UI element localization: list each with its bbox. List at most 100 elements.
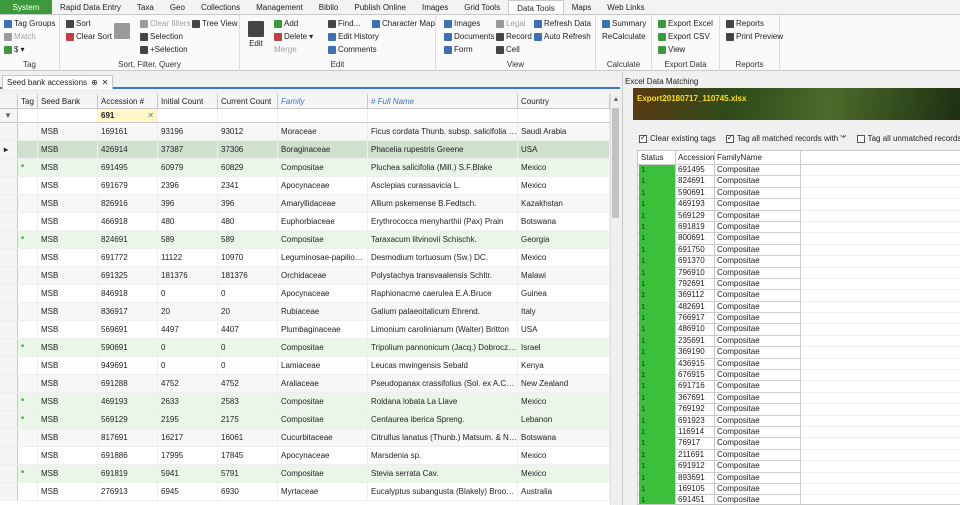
merge-button[interactable]: Merge — [274, 45, 297, 54]
cell-tag[interactable] — [18, 447, 38, 464]
cell-full-name[interactable]: Asclepias curassavicia L. — [368, 177, 518, 194]
table-row[interactable]: MSB 949691 0 0 Lamiaceae Leucas mwingensis Se… — [0, 357, 610, 375]
matching-row[interactable]: 1 Matched676915Compositae — [638, 370, 960, 391]
family-name-cell[interactable]: Compositae — [715, 370, 801, 382]
family-name-cell[interactable]: Compositae — [715, 347, 801, 359]
matching-row[interactable]: 1 Matched436915Compositae — [638, 358, 960, 379]
export-csv-button[interactable]: Export CSV — [658, 32, 710, 41]
cell-country[interactable]: Israel — [518, 339, 610, 356]
cell-country[interactable]: Kenya — [518, 357, 610, 374]
row-selector[interactable] — [0, 321, 18, 338]
family-name-cell[interactable]: Compositae — [715, 267, 801, 279]
clear-existing-tags-checkbox[interactable]: Clear existing tags — [639, 133, 716, 143]
cell-full-name[interactable]: Citrullus lanatus (Thunb.) Matsum. & Nak… — [368, 429, 518, 446]
cell-family[interactable]: Orchidaceae — [278, 267, 368, 284]
matching-row[interactable]: 1 Matched367691Compositae — [638, 392, 960, 413]
row-selector[interactable] — [0, 447, 18, 464]
add-button[interactable]: Add — [274, 19, 298, 28]
family-name-cell[interactable]: Compositae — [715, 244, 801, 257]
tag-unmatched-checkbox[interactable]: Tag all unmatched records with '!' — [856, 134, 960, 143]
row-selector[interactable] — [0, 411, 18, 428]
cell-tag[interactable] — [18, 321, 38, 338]
menu-tab-collections[interactable]: Collections — [193, 0, 248, 14]
selection-button[interactable]: Selection — [140, 32, 183, 41]
column-header-current-count[interactable]: Current Count — [218, 94, 278, 108]
accession-cell[interactable]: 569129 — [676, 210, 715, 222]
matching-row[interactable]: 1 Matched569129Compositae — [638, 210, 960, 231]
table-row[interactable]: * MSB 469193 2633 2583 Compositae Roldana loba… — [0, 393, 610, 411]
cell-tag[interactable] — [18, 123, 38, 140]
summary-button[interactable]: Summary — [602, 19, 646, 28]
cell-family[interactable]: Apocynaceae — [278, 177, 368, 194]
edit-history-button[interactable]: Edit History — [328, 32, 379, 41]
cell-current-count[interactable]: 181376 — [218, 267, 278, 284]
cell-full-name[interactable]: Allium pskemense B.Fedtsch. — [368, 195, 518, 212]
cell-tag[interactable] — [18, 141, 38, 158]
matching-row[interactable]: 1 Matched169105Compositae — [638, 483, 960, 504]
row-selector[interactable] — [0, 483, 18, 500]
cell-current-count[interactable]: 16061 — [218, 429, 278, 446]
row-selector[interactable] — [0, 159, 18, 176]
table-row[interactable]: MSB 169161 93196 93012 Moraceae Ficus cordata… — [0, 123, 610, 141]
cell-initial-count[interactable]: 11122 — [158, 249, 218, 266]
table-row[interactable]: MSB 691772 11122 10970 Leguminosae-papiliono… — [0, 249, 610, 267]
print-preview-button[interactable]: Print Preview — [726, 32, 783, 41]
cell-accession[interactable]: 169161 — [98, 123, 158, 140]
cell-tag[interactable] — [18, 177, 38, 194]
cell-initial-count[interactable]: 4752 — [158, 375, 218, 392]
images-button[interactable]: Images — [444, 19, 480, 28]
cell-full-name[interactable]: Centaurea iberica Spreng. — [368, 411, 518, 428]
column-header-status[interactable]: Status — [638, 151, 676, 165]
menu-tab-geo[interactable]: Geo — [162, 0, 193, 14]
table-row[interactable]: MSB 691288 4752 4752 Araliaceae Pseudopanax c… — [0, 375, 610, 393]
accession-cell[interactable]: 792691 — [676, 278, 715, 291]
edit-button[interactable]: Edit — [248, 21, 264, 48]
cell-tag[interactable] — [18, 267, 38, 284]
cell-country[interactable]: Mexico — [518, 177, 610, 194]
matching-table[interactable]: Status Accession FamilyName 1 Matched691… — [637, 150, 960, 505]
row-selector[interactable] — [0, 213, 18, 230]
table-row[interactable]: MSB 569691 4497 4407 Plumbaginaceae Limonium … — [0, 321, 610, 339]
table-row[interactable]: MSB 691679 2396 2341 Apocynaceae Asclepias cu… — [0, 177, 610, 195]
accessions-grid[interactable]: Tag Seed Bank Accession # Initial Count … — [0, 94, 620, 505]
find-button[interactable]: Find... — [328, 19, 360, 28]
cell-current-count[interactable]: 17845 — [218, 447, 278, 464]
row-selector[interactable] — [0, 231, 18, 248]
family-name-cell[interactable]: Compositae — [715, 278, 801, 291]
table-row[interactable]: MSB 846918 0 0 Apocynaceae Raphionacme caerul… — [0, 285, 610, 303]
cell-full-name[interactable]: Tripolium pannonicum (Jacq.) Dobrocz. su… — [368, 339, 518, 356]
table-row[interactable]: MSB 276913 6945 6930 Myrtaceae Eucalyptus sub… — [0, 483, 610, 501]
filter-cell-current-count[interactable] — [218, 109, 278, 122]
auto-refresh-button[interactable]: Auto Refresh — [534, 32, 591, 41]
cell-accession[interactable]: 691819 — [98, 465, 158, 482]
cell-family[interactable]: Amaryllidaceae — [278, 195, 368, 212]
cell-seed-bank[interactable]: MSB — [38, 411, 98, 428]
cell-full-name[interactable]: Limonium carolinianum (Walter) Britton — [368, 321, 518, 338]
cell-tag[interactable]: * — [18, 411, 38, 428]
matching-row[interactable]: 1 Matched691495Compositae — [638, 165, 960, 185]
cell-accession[interactable]: 824691 — [98, 231, 158, 248]
column-header-tag[interactable]: Tag — [18, 94, 38, 108]
cell-country[interactable]: Mexico — [518, 447, 610, 464]
menu-tab-system[interactable]: System — [0, 0, 52, 14]
menu-tab-maps[interactable]: Maps — [564, 0, 600, 14]
accession-cell[interactable]: 691370 — [676, 256, 715, 268]
matching-row[interactable]: 1 Matched369190Compositae — [638, 347, 960, 368]
cell-family[interactable]: Plumbaginaceae — [278, 321, 368, 338]
cell-country[interactable]: Guinea — [518, 285, 610, 302]
filter-cell-initial-count[interactable] — [158, 109, 218, 122]
cell-seed-bank[interactable]: MSB — [38, 195, 98, 212]
accession-cell[interactable]: 691495 — [676, 165, 715, 177]
cell-accession[interactable]: 569691 — [98, 321, 158, 338]
cell-current-count[interactable]: 37306 — [218, 141, 278, 158]
cell-current-count[interactable]: 589 — [218, 231, 278, 248]
cell-seed-bank[interactable]: MSB — [38, 285, 98, 302]
grid-vertical-scrollbar[interactable]: ▲ — [610, 94, 620, 505]
clear-sort-button[interactable]: Clear Sort — [66, 32, 112, 41]
menu-tab-images[interactable]: Images — [414, 0, 456, 14]
cell-accession[interactable]: 466918 — [98, 213, 158, 230]
cell-current-count[interactable]: 10970 — [218, 249, 278, 266]
family-name-cell[interactable]: Compositae — [715, 187, 801, 200]
cell-initial-count[interactable]: 60979 — [158, 159, 218, 176]
tag-matched-checkbox[interactable]: Tag all matched records with '*' — [725, 133, 847, 143]
